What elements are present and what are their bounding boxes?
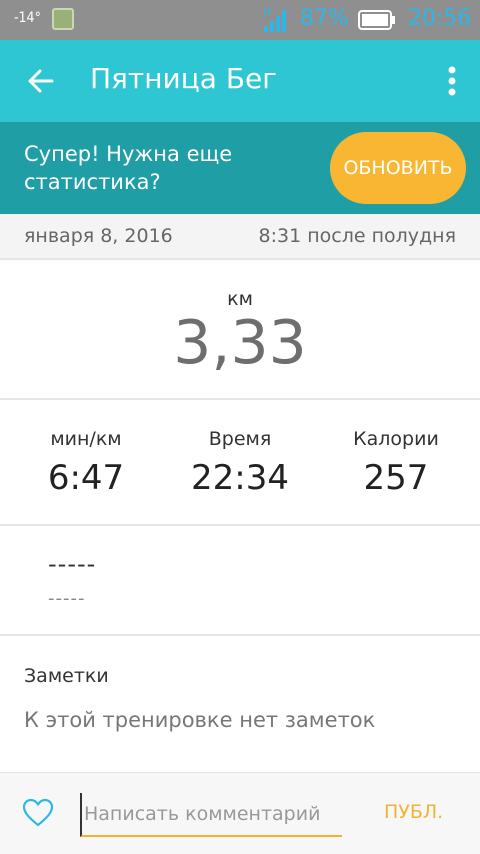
- upgrade-banner: Супер! Нужна еще статистика? ОБНОВИТЬ: [0, 122, 480, 214]
- distance-value: 3,33: [173, 308, 307, 378]
- back-arrow-icon[interactable]: [26, 66, 56, 96]
- notes-title: Заметки: [24, 665, 109, 687]
- network-type-label: H: [263, 5, 271, 18]
- heart-outline-icon[interactable]: [22, 797, 54, 829]
- placeholder-label: -----: [48, 588, 86, 609]
- temperature-indicator: -14°: [14, 10, 41, 26]
- more-vertical-icon[interactable]: [440, 64, 464, 98]
- activity-time: 8:31 после полудня: [258, 225, 457, 247]
- divider: [0, 258, 480, 260]
- divider: [0, 398, 480, 400]
- post-comment-button[interactable]: ПУБЛ.: [384, 801, 443, 823]
- placeholder-value: -----: [48, 550, 97, 578]
- stat-value: 22:34: [191, 458, 289, 498]
- battery-icon: [358, 10, 395, 30]
- status-bar: -14° H 87% 20:56: [0, 0, 480, 40]
- app-bar: Пятница Бег: [0, 40, 480, 122]
- divider: [0, 634, 480, 636]
- stat-label: Время: [208, 428, 272, 450]
- activity-date-row: января 8, 2016 8:31 после полудня: [0, 214, 480, 260]
- distance-unit: км: [227, 288, 253, 310]
- stat-calories: Калории 257: [316, 428, 476, 498]
- activity-date: января 8, 2016: [24, 225, 173, 247]
- divider: [0, 524, 480, 526]
- notification-app-icon: [52, 8, 74, 30]
- upgrade-message: Супер! Нужна еще статистика?: [24, 142, 233, 194]
- stat-label: мин/км: [50, 428, 122, 450]
- status-clock: 20:56: [408, 6, 472, 31]
- stat-value: 257: [363, 458, 429, 498]
- stat-label: Калории: [353, 428, 439, 450]
- battery-percent: 87%: [300, 6, 349, 31]
- signal-icon: H: [263, 5, 286, 32]
- stat-value: 6:47: [47, 458, 125, 498]
- notes-body: К этой тренировке нет заметок: [24, 708, 376, 732]
- stat-duration: Время 22:34: [160, 428, 320, 498]
- comment-bar: ПУБЛ.: [0, 772, 480, 854]
- upgrade-button[interactable]: ОБНОВИТЬ: [330, 132, 466, 204]
- page-title: Пятница Бег: [90, 62, 277, 95]
- comment-input[interactable]: [80, 793, 342, 837]
- stat-pace: мин/км 6:47: [6, 428, 166, 498]
